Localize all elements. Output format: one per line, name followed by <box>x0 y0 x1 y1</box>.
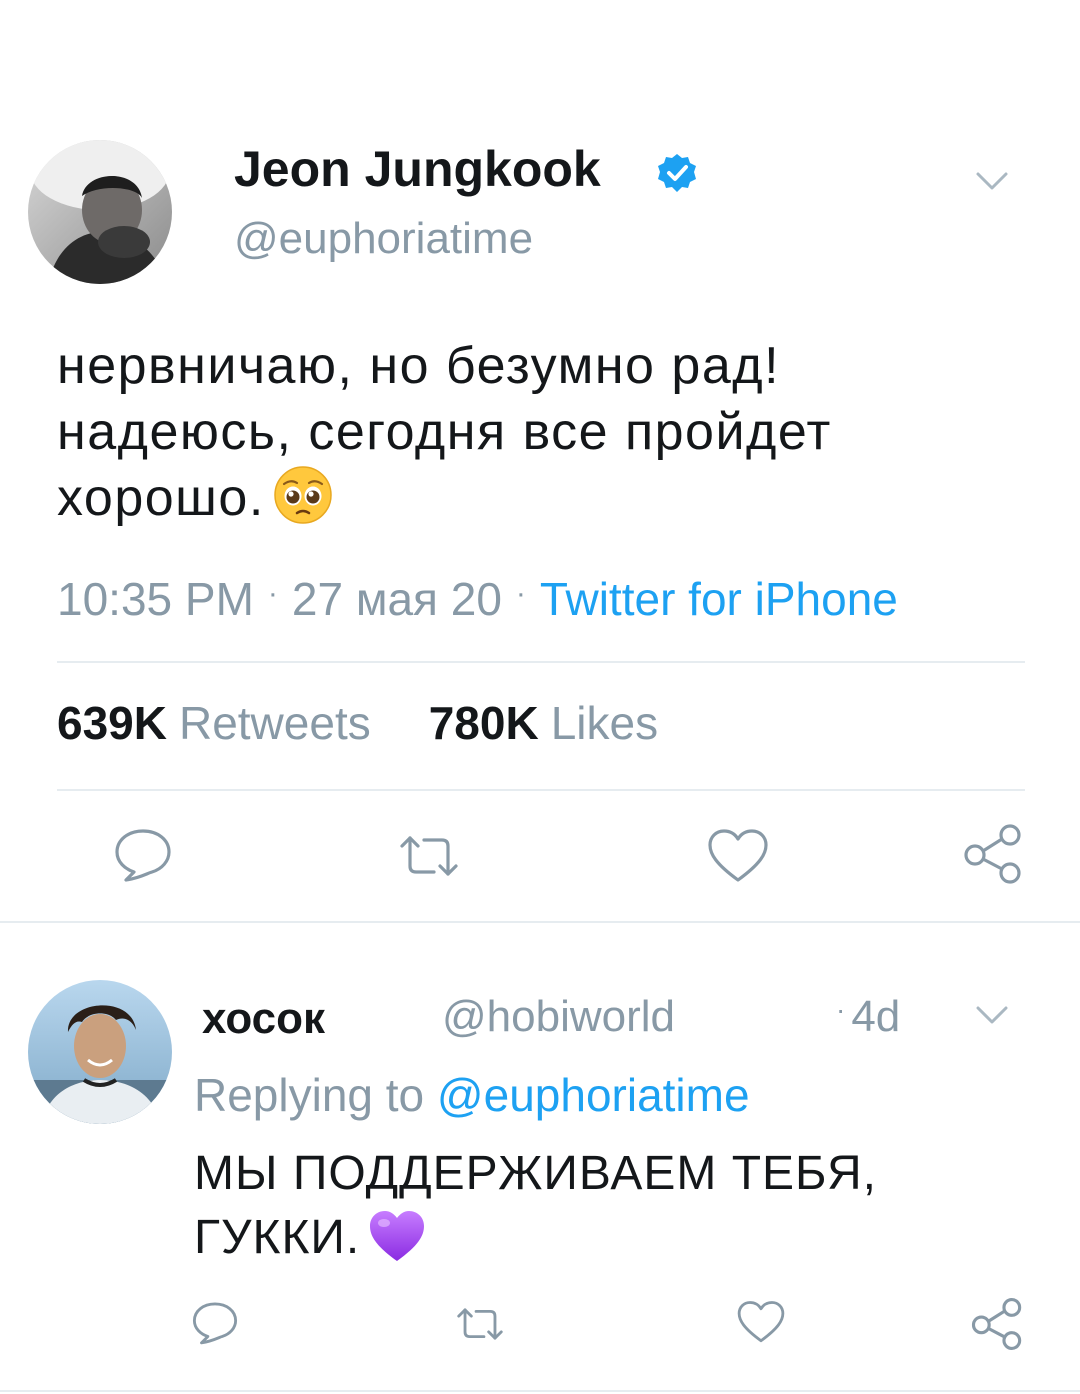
tweet-text-line: нервничаю, но безумно рад! <box>57 337 781 395</box>
verified-badge-icon <box>656 152 698 194</box>
retweets-label[interactable]: Retweets <box>179 697 371 749</box>
tweet-time: 10:35 PM <box>57 573 254 625</box>
tweet-text: нервничаю, но безумно рад! надеюсь, сего… <box>57 333 1037 541</box>
chevron-down-icon[interactable] <box>972 166 1012 196</box>
tweet-date: 27 мая 20 <box>291 573 502 625</box>
separator-dot: · <box>267 577 278 610</box>
reply-text-line: МЫ ПОДДЕРЖИВАЕМ ТЕБЯ, <box>194 1147 877 1200</box>
separator-dot: · <box>515 577 526 610</box>
reply-timestamp: · 4d <box>836 992 901 1041</box>
purple-heart-emoji <box>368 1209 426 1280</box>
retweets-count[interactable]: 639K <box>57 697 167 749</box>
like-icon[interactable] <box>706 828 770 884</box>
reply-author-avatar[interactable] <box>28 980 172 1124</box>
divider <box>57 661 1025 663</box>
chevron-down-icon[interactable] <box>972 1000 1012 1030</box>
replying-to: Replying to @euphoriatime <box>194 1068 750 1122</box>
author-handle[interactable]: @euphoriatime <box>234 214 533 264</box>
tweet-source-link[interactable]: Twitter for iPhone <box>540 573 898 625</box>
reply-icon[interactable] <box>112 826 174 884</box>
author-name[interactable]: Jeon Jungkook <box>234 140 601 198</box>
reply-icon[interactable] <box>190 1300 240 1346</box>
reply-text-line: ГУККИ. <box>194 1211 361 1264</box>
replying-prefix: Replying to <box>194 1069 425 1121</box>
tweet-text-line: надеюсь, сегодня все пройдет <box>57 403 832 461</box>
share-icon[interactable] <box>970 1296 1024 1352</box>
reply-time-text: 4d <box>851 992 901 1041</box>
author-avatar[interactable] <box>28 140 172 284</box>
retweet-icon[interactable] <box>396 834 462 878</box>
retweet-icon[interactable] <box>454 1306 506 1342</box>
tweet-stats: 639K Retweets 780K Likes <box>57 696 716 750</box>
divider <box>57 789 1025 791</box>
reply-author-name[interactable]: хосок <box>202 994 325 1044</box>
likes-label[interactable]: Likes <box>551 697 658 749</box>
replying-mention-link[interactable]: @euphoriatime <box>437 1069 750 1121</box>
like-icon[interactable] <box>736 1300 786 1344</box>
section-separator <box>0 921 1080 923</box>
share-icon[interactable] <box>962 822 1024 886</box>
reply-author-handle[interactable]: @hobiworld <box>442 992 675 1042</box>
section-separator <box>0 1390 1080 1392</box>
reply-text: МЫ ПОДДЕРЖИВАЕМ ТЕБЯ, ГУККИ. <box>194 1142 1054 1280</box>
likes-count[interactable]: 780K <box>429 697 539 749</box>
tweet-text-line: хорошо. <box>57 469 265 527</box>
tweet-meta: 10:35 PM · 27 мая 20 · Twitter for iPhone <box>57 572 898 626</box>
pleading-face-emoji <box>273 465 333 541</box>
